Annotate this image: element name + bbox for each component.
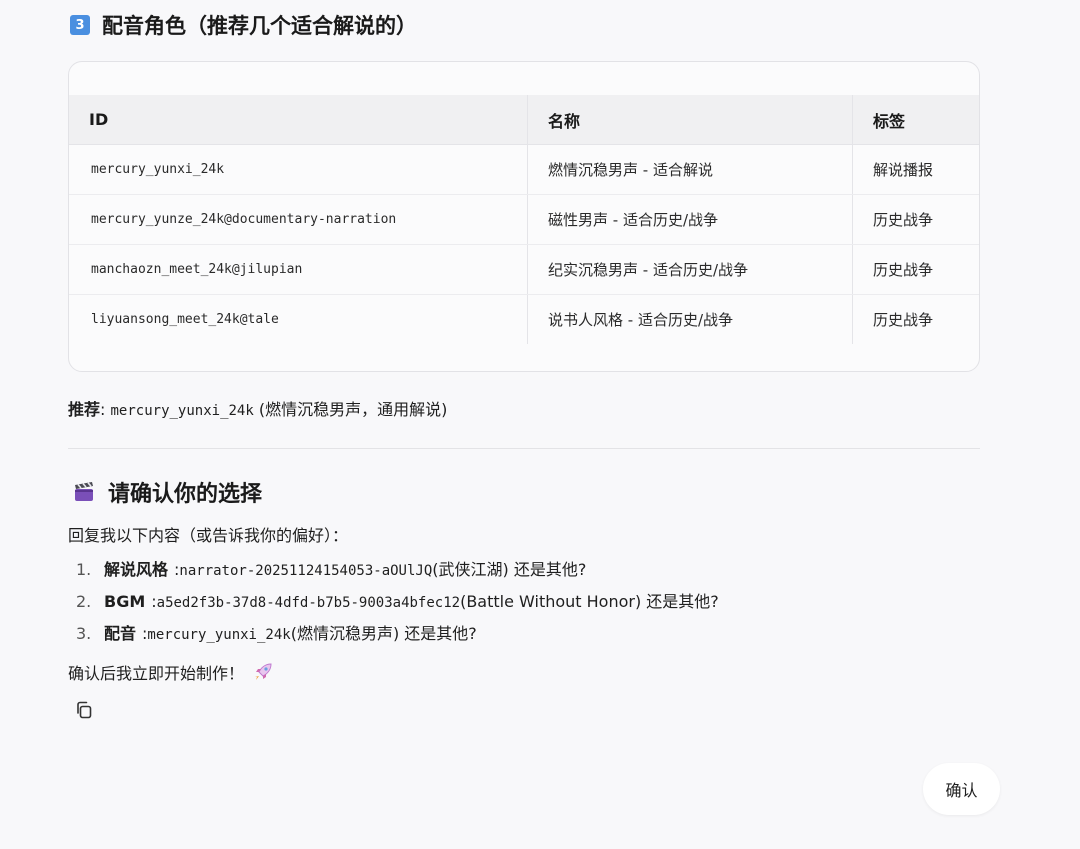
recommendation-line: 推荐: mercury_yunxi_24k (燃情沉稳男声，通用解说)	[68, 396, 447, 420]
voice-name-cell: 纪实沉稳男声 - 适合历史/战争	[527, 244, 853, 295]
table-row: manchaozn_meet_24k@jilupian 纪实沉稳男声 - 适合历…	[69, 244, 979, 295]
choice-code: a5ed2f3b-37d8-4dfd-b7b5-9003a4bfec12	[156, 595, 461, 611]
section-title-text: 配音角色（推荐几个适合解说的）	[102, 14, 417, 38]
intro-text: 回复我以下内容（或告诉我你的偏好）：	[68, 526, 349, 545]
table-row: mercury_yunze_24k@documentary-narration …	[69, 194, 979, 245]
recommend-voice-id: mercury_yunxi_24k	[110, 403, 254, 419]
column-header-name: 名称	[527, 95, 853, 145]
choice-list: 1. 解说风格: narrator-20251124154053-aOUlJQ …	[76, 558, 719, 654]
recommend-label: 推荐	[68, 400, 101, 419]
voice-id-cell: manchaozn_meet_24k@jilupian	[69, 244, 528, 295]
recommend-colon: :	[100, 400, 111, 419]
voice-name-cell: 燃情沉稳男声 - 适合解说	[527, 144, 853, 195]
voice-table: ID 名称 标签 mercury_yunxi_24k 燃情沉稳男声 - 适合解说…	[69, 95, 979, 344]
final-text: 确认后我立即开始制作！	[68, 664, 245, 683]
choice-code: mercury_yunxi_24k	[147, 627, 291, 643]
voice-tag-cell: 历史战争	[852, 194, 979, 245]
section-title-confirm: 请确认你的选择	[72, 476, 262, 508]
choice-code: narrator-20251124154053-aOUlJQ	[179, 563, 433, 579]
divider	[68, 448, 980, 449]
section-title-voice: 3 配音角色（推荐几个适合解说的）	[70, 10, 417, 40]
choice-label: BGM	[104, 592, 146, 611]
copy-icon[interactable]	[72, 698, 96, 722]
list-item: 2. BGM: a5ed2f3b-37d8-4dfd-b7b5-9003a4bf…	[76, 590, 719, 622]
voice-id-cell: mercury_yunze_24k@documentary-narration	[69, 194, 528, 245]
list-number: 2.	[76, 592, 92, 611]
column-header-id: ID	[69, 95, 528, 145]
keycap-3-icon: 3	[70, 15, 90, 35]
list-number: 3.	[76, 624, 92, 643]
choice-note: (武侠江湖) 还是其他?	[432, 560, 587, 579]
table-row: mercury_yunxi_24k 燃情沉稳男声 - 适合解说 解说播报	[69, 144, 979, 195]
final-line: 确认后我立即开始制作！	[68, 660, 274, 684]
confirm-button[interactable]: 确认	[923, 763, 1000, 815]
voice-id-cell: liyuansong_meet_24k@tale	[69, 294, 528, 344]
voice-tag-cell: 解说播报	[852, 144, 979, 195]
list-number: 1.	[76, 560, 92, 579]
voice-tag-cell: 历史战争	[873, 311, 934, 329]
voice-id-cell: mercury_yunxi_24k	[69, 144, 528, 195]
table-row: liyuansong_meet_24k@tale 说书人风格 - 适合历史/战争…	[69, 294, 979, 344]
choice-note: (燃情沉稳男声) 还是其他?	[290, 624, 477, 643]
clapperboard-icon	[72, 480, 96, 504]
choice-label: 解说风格	[104, 560, 169, 579]
recommend-note: (燃情沉稳男声，通用解说)	[253, 400, 448, 419]
table-header-row: ID 名称 标签	[69, 95, 979, 145]
voice-table-card: ID 名称 标签 mercury_yunxi_24k 燃情沉稳男声 - 适合解说…	[68, 61, 980, 372]
column-header-tag: 标签	[852, 95, 979, 145]
voice-name-cell: 磁性男声 - 适合历史/战争	[527, 194, 853, 245]
list-item: 3. 配音: mercury_yunxi_24k (燃情沉稳男声) 还是其他?	[76, 622, 719, 654]
choice-label: 配音	[104, 624, 137, 643]
choice-note: (Battle Without Honor) 还是其他?	[460, 592, 719, 611]
voice-tag-cell: 历史战争	[852, 244, 979, 295]
voice-name-cell: 说书人风格 - 适合历史/战争	[527, 294, 853, 344]
rocket-icon	[252, 661, 274, 683]
list-item: 1. 解说风格: narrator-20251124154053-aOUlJQ …	[76, 558, 719, 590]
section-title-text: 请确认你的选择	[108, 482, 263, 507]
